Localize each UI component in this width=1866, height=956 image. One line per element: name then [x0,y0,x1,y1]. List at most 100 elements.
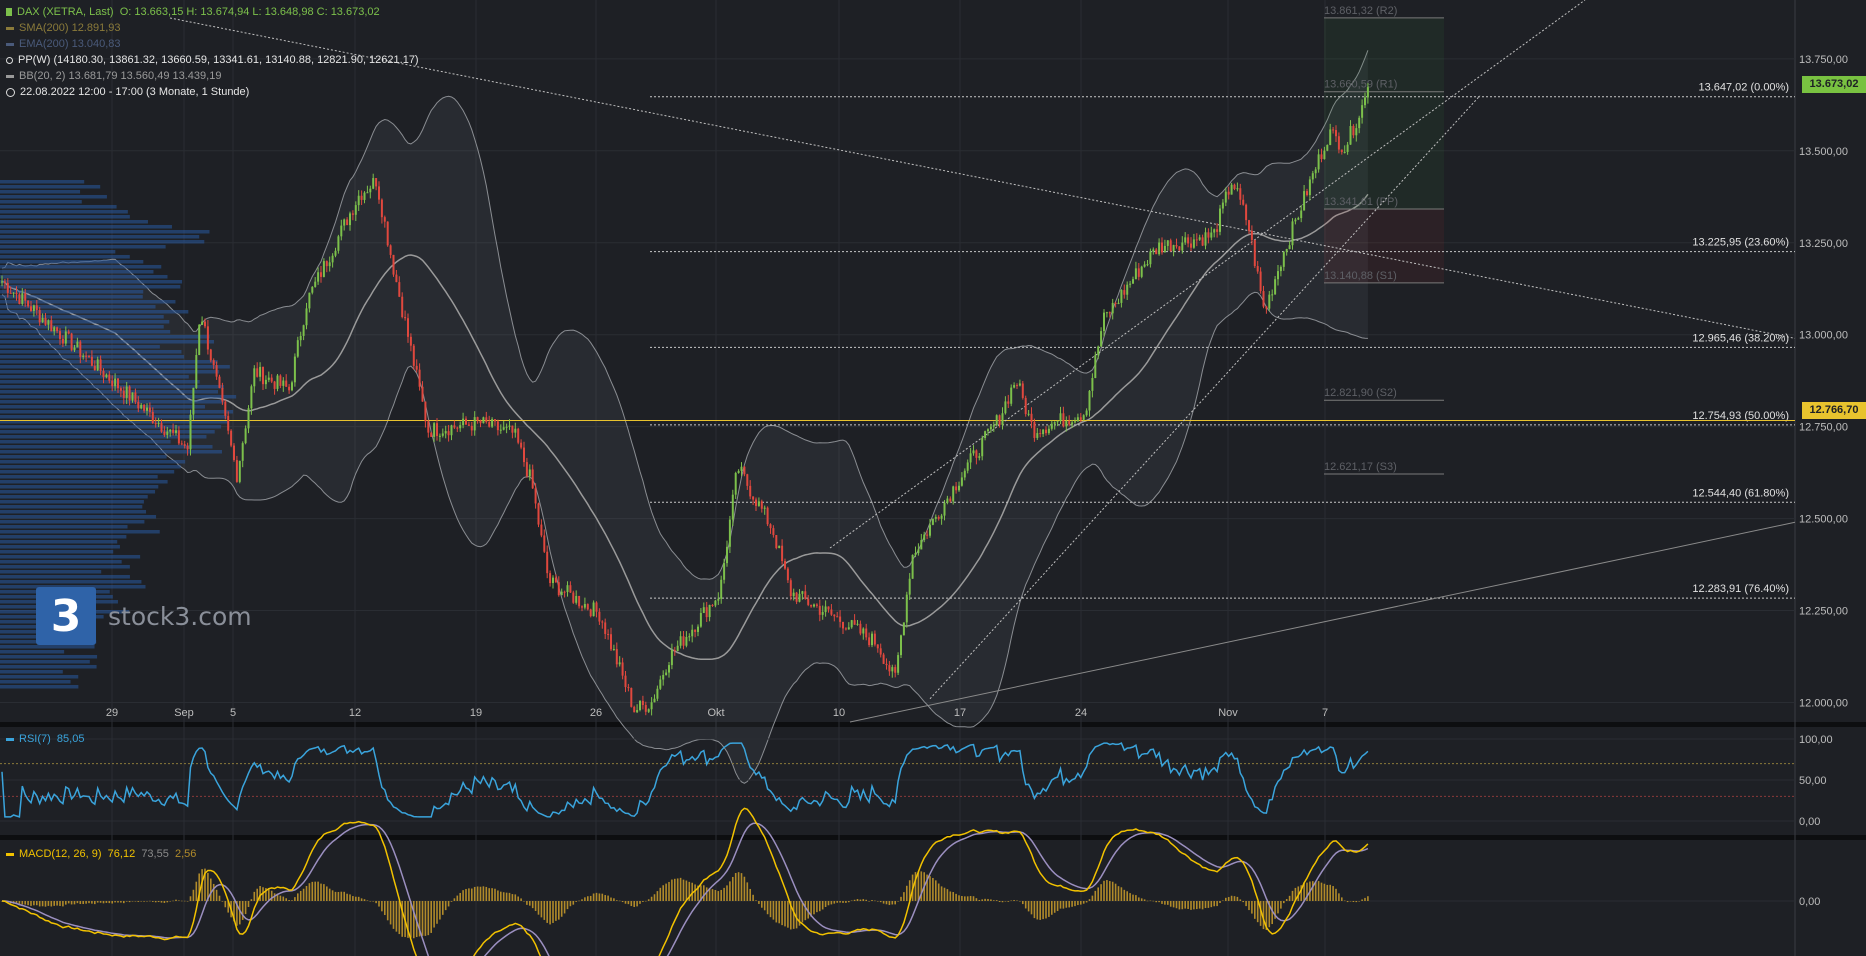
candle-body [815,604,818,606]
macd-hist-bar [70,901,73,905]
candle-body [511,425,514,433]
candle-body [421,386,424,402]
macd-hist-bar [1103,880,1105,901]
macd-hist-bar [291,900,293,901]
candle-body [1129,283,1132,285]
volume-profile-bar [0,185,101,189]
candle-body [1303,191,1306,211]
macd-hist-bar [1213,901,1215,907]
candle-body [1094,355,1097,379]
candle-body [728,519,731,547]
volume-profile-bar [0,675,79,679]
macd-hist-bar [323,884,325,901]
macd-hist-bar [856,898,859,901]
macd-hist-bar [917,871,920,901]
macd-hist-bar [253,891,256,901]
line-icon [6,74,14,78]
macd-hist-bar [734,873,737,901]
candle-body [1018,383,1021,386]
macd-hist-bar [421,901,424,936]
candle-body [641,700,644,706]
macd-hist-bar [935,880,937,901]
level-price-tag: 12.766,70 [1802,402,1866,419]
candle-body [496,421,499,431]
macd-hist-bar [36,901,38,906]
macd-hist-bar [943,887,946,901]
candle-body [557,582,560,596]
candle-body [688,636,691,638]
candle-body [343,219,346,226]
candle-body [1195,239,1198,241]
macd-hist-bar [1320,882,1323,901]
macd-hist-bar [111,901,113,904]
candle-body [192,387,195,415]
candle-body [699,612,702,627]
macd-hist-bar [337,891,340,901]
candle-body [717,598,720,601]
candle-body [322,261,325,277]
candle-body [157,423,160,425]
macd-hist-bar [616,900,618,901]
candle-body [494,419,496,422]
macd-hist-bar [761,901,763,908]
candle-body [1178,246,1181,251]
candle-body [470,425,473,431]
macd-hist-bar [47,901,50,906]
candle-body [1271,294,1274,296]
macd-hist-bar [305,885,308,901]
macd-hist-bar [166,901,169,903]
candle-body [995,415,998,426]
macd-hist-bar [502,892,505,901]
candle-body [465,418,467,425]
macd-hist-bar [120,901,122,903]
macd-hist-bar [1277,901,1279,914]
candle-body [473,417,476,431]
candle-body [766,507,769,525]
candle-body [926,534,929,536]
candle-body [224,401,227,416]
candle-body [731,494,734,520]
macd-hist-bar [224,901,227,908]
candle-body [670,650,673,666]
candle-body [1074,421,1076,423]
candle-body [111,380,114,387]
macd-hist-bar [824,901,827,908]
macd-hist-bar [1178,901,1181,910]
candle-body [299,335,302,341]
macd-hist-bar [1109,881,1111,901]
candle-body [180,443,183,445]
macd-hist-bar [981,899,983,901]
macd-hist-bar [247,901,250,907]
macd-hist-bar [998,901,1001,903]
macd-hist-bar [787,901,789,928]
candle-body [108,374,111,381]
candle-body [1216,229,1219,232]
candle-body [9,292,12,294]
macd-hist-bar [511,894,514,901]
candle-body [969,453,972,463]
macd-hist-bar [671,879,673,901]
macd-hist-bar [1196,901,1198,910]
candle-body [1,281,3,283]
candle-body [975,450,978,458]
candle-body [1366,87,1369,98]
candle-body [276,375,279,389]
candle-body [923,534,926,541]
pivot-icon [6,56,13,64]
candle-body [572,592,575,603]
chart-canvas[interactable]: 13.861,32 (R2) 13.660,59 (R1) 13.341,61 (P… [0,0,1866,956]
candle-body [1279,266,1282,272]
macd-hist-bar [566,901,569,910]
candle-body [873,633,876,645]
macd-hist-bar [24,901,26,905]
candle-body [119,388,122,391]
macd-hist-bar [1106,879,1108,901]
macd-hist-bar [575,901,577,902]
candle-body [615,649,618,665]
legend-bb-text: BB(20, 2) 13.681,79 13.560,49 13.439,19 [19,70,222,82]
macd-hist-bar [618,900,621,902]
candle-body [76,341,79,348]
candle-body [366,192,369,194]
candle-body [679,636,682,646]
macd-hist-bar [218,895,221,901]
